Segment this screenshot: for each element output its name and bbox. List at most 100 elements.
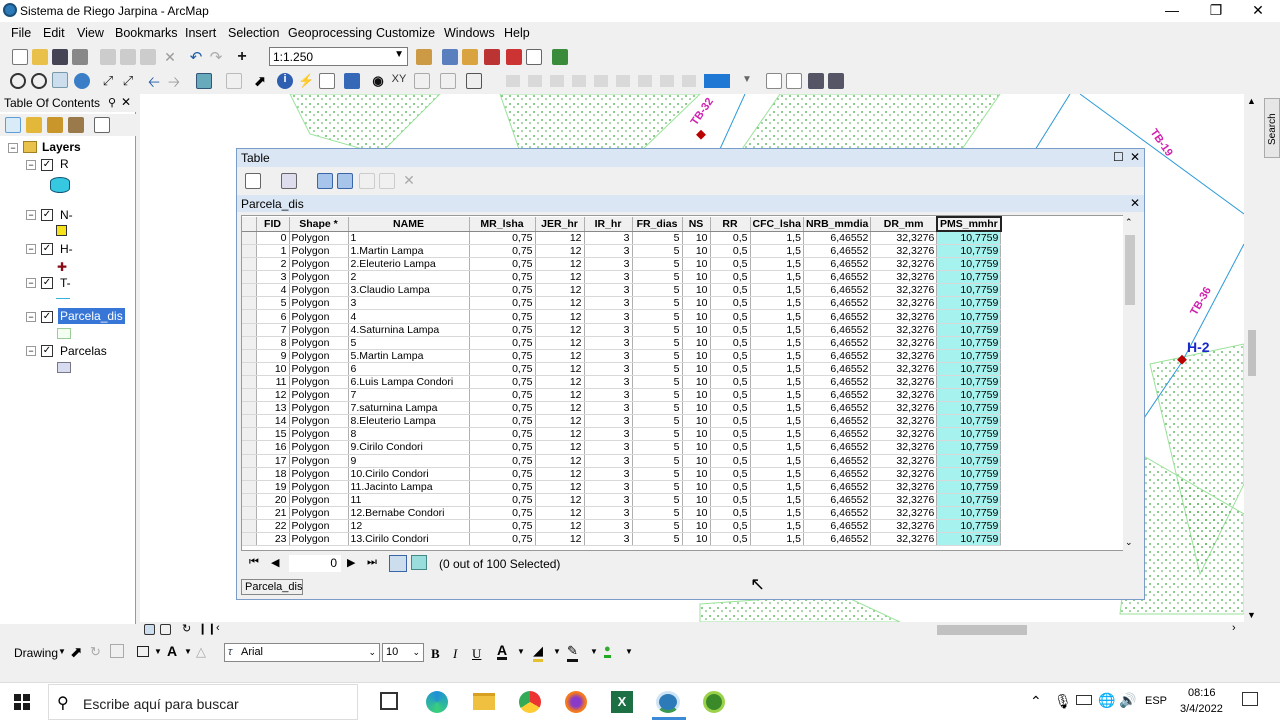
table-cell[interactable]: 3 [584,493,633,507]
table-cell[interactable]: 6,46552 [803,375,872,390]
table-cell[interactable]: 6,46552 [803,323,872,337]
table-cell[interactable]: 0,75 [469,270,536,285]
table-cell[interactable]: 12 [535,440,585,455]
chevron-down-icon[interactable]: ▼ [742,74,752,85]
table-cell[interactable]: 32,3276 [870,454,938,468]
table-cell[interactable]: 12 [535,257,585,272]
table-cell[interactable]: 1,5 [750,427,804,442]
row-selector[interactable] [242,362,257,376]
table-cell[interactable]: 10 [682,532,711,547]
table-cell[interactable]: 10,7759 [936,454,1002,468]
taskbar-search-box[interactable]: ⚲ Escribe aquí para buscar [48,684,358,720]
table-cell[interactable]: 0,5 [710,231,751,245]
list-by-drawing-order-icon[interactable] [5,117,21,133]
table-cell[interactable]: 0,75 [469,454,536,468]
table-cell[interactable]: 3 [584,532,633,547]
menu-bookmarks[interactable]: Bookmarks [115,26,178,40]
table-cell[interactable]: Polygon [289,309,349,324]
table-cell[interactable]: 10 [682,270,711,285]
table-cell[interactable]: 10 [682,231,711,245]
refresh-icon[interactable]: ↻ [182,622,198,638]
table-cell[interactable]: Polygon [289,532,349,547]
table-cell[interactable]: 6,46552 [803,414,872,429]
table-cell[interactable]: 0,5 [710,532,751,547]
table-row[interactable]: 6 Polygon 4 0,75 12 3 5 10 0,5 1,5 6,46552 32,3276 1… [242,309,1002,324]
table-cell[interactable]: 5 [632,244,683,259]
attribute-grid[interactable]: FID Shape * NAME MR_lsha JER_hr IR_hr FR… [241,215,1125,551]
select-elements-draw-icon[interactable]: ⬈ [70,643,83,661]
table-cell[interactable]: 0,5 [710,401,751,416]
table-cell[interactable]: 10 [682,401,711,416]
table-cell[interactable]: 5 [256,296,290,311]
table-cell[interactable]: 0,75 [469,388,536,403]
row-selector[interactable] [242,427,257,442]
table-cell[interactable]: 5 [632,493,683,507]
table-cell[interactable]: 1,5 [750,401,804,416]
measure-icon[interactable] [344,73,360,89]
collapse-layers-icon[interactable]: − [8,143,18,153]
menu-edit[interactable]: Edit [43,26,65,40]
table-cell[interactable]: 12 [535,375,585,390]
table-cell[interactable]: Polygon [289,349,349,363]
row-selector[interactable] [242,532,257,547]
table-cell[interactable]: 6,46552 [803,506,872,520]
paste-icon[interactable] [140,49,156,65]
layer-r-label[interactable]: R [60,157,69,171]
table-cell[interactable]: 32,3276 [870,283,938,298]
table-cell[interactable]: 10,7759 [936,467,1002,481]
table-cell[interactable]: 3 [584,506,633,520]
table-cell[interactable]: Polygon [289,257,349,272]
table-cell[interactable]: 10 [682,336,711,350]
table-cell[interactable]: 1,5 [750,519,804,534]
table-cell[interactable]: 0,5 [710,283,751,298]
table-cell[interactable]: 32,3276 [870,231,938,245]
table-row[interactable]: 1 Polygon 1.Martin Lampa 0,75 12 3 5 10 0,5 1,5 6,… [242,244,1002,259]
menu-windows[interactable]: Windows [444,26,495,40]
delete-selected-icon[interactable]: ✕ [401,172,417,188]
table-cell[interactable]: 0,75 [469,519,536,534]
table-cell[interactable]: 3 [584,309,633,324]
grid-vertical-scrollbar[interactable]: ⌃ ⌄ [1123,215,1137,551]
table-cell[interactable]: 32,3276 [870,440,938,455]
table-cell[interactable]: 7 [348,388,470,403]
last-record-icon[interactable]: ⏭ [367,556,377,569]
table-cell[interactable]: Polygon [289,519,349,534]
table-cell[interactable]: 4 [256,283,290,298]
table-cell[interactable]: 10 [682,454,711,468]
table-cell[interactable]: 1,5 [750,532,804,547]
row-selector[interactable] [242,480,257,494]
table-cell[interactable]: 12 [535,336,585,350]
table-cell[interactable]: 32,3276 [870,309,938,324]
zoom-out-icon[interactable] [31,73,47,89]
table-cell[interactable]: 6,46552 [803,336,872,350]
table-cell[interactable]: 12 [535,270,585,285]
table-row[interactable]: 14 Polygon 8.Eleuterio Lampa 0,75 12 3 5 10 0,5 1… [242,414,1002,429]
table-cell[interactable]: 12.Bernabe Condori [348,506,470,520]
table-cell[interactable]: 10,7759 [936,519,1002,534]
marker-color-chevron-icon[interactable]: ▼ [625,647,633,656]
table-cell[interactable]: 5 [632,349,683,363]
table-cell[interactable]: 32,3276 [870,270,938,285]
layer-n-label[interactable]: N- [60,208,73,222]
new-document-icon[interactable] [12,49,28,65]
table-bottom-tab[interactable]: Parcela_dis [241,579,303,595]
table-cell[interactable]: 1,5 [750,375,804,390]
chrome-icon[interactable] [519,691,541,713]
table-cell[interactable]: Polygon [289,467,349,481]
collapse-layer-parcelas-icon[interactable]: − [26,346,36,356]
toc-options-icon[interactable] [94,117,110,133]
minimize-icon[interactable]: — [1152,2,1192,18]
edge-icon[interactable] [426,691,448,713]
column-header-shape[interactable]: Shape * [289,217,349,232]
table-cell[interactable]: 0,5 [710,506,751,520]
table-row[interactable]: 20 Polygon 11 0,75 12 3 5 10 0,5 1,5 6,46552 32,327… [242,493,1002,507]
table-cell[interactable]: 11 [348,493,470,507]
table-cell[interactable]: 1,5 [750,414,804,429]
clock-time[interactable]: 08:16 [1188,687,1216,699]
table-cell[interactable]: 5 [632,375,683,390]
table-cell[interactable]: 1.Martin Lampa [348,244,470,259]
table-cell[interactable]: Polygon [289,375,349,390]
table-cell[interactable]: 3 [584,440,633,455]
close-window-icon[interactable]: ✕ [1238,2,1278,19]
table-row[interactable]: 17 Polygon 9 0,75 12 3 5 10 0,5 1,5 6,46552 32,3276… [242,454,1002,468]
